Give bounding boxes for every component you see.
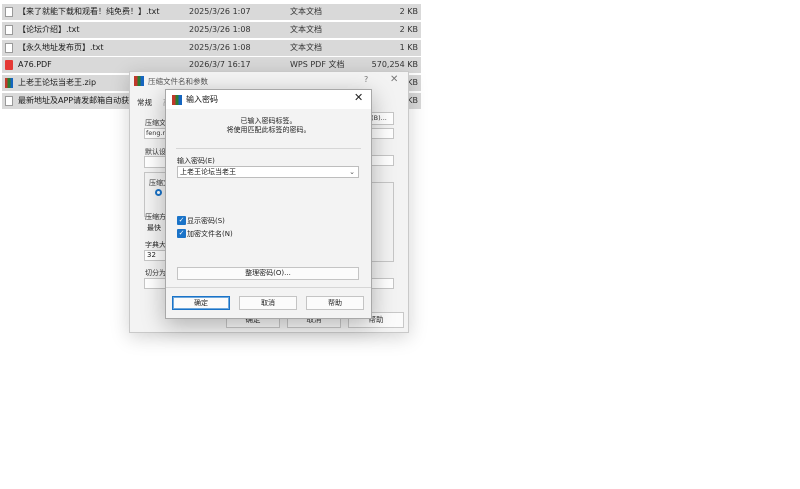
divider [166, 287, 371, 288]
file-size: 1 KB [399, 43, 418, 52]
password-value: 上老王论坛当老王 [180, 168, 236, 176]
password-dialog-title: 输入密码 [186, 95, 218, 104]
split-volumes-dropdown[interactable] [370, 278, 394, 289]
txt-file-icon [5, 43, 13, 53]
file-name: 最新地址及APP请发邮箱自动获取 [18, 96, 138, 105]
organize-passwords-button[interactable]: 整理密码(O)... [177, 267, 359, 280]
file-date: 2025/3/26 1:08 [189, 25, 251, 34]
file-name: 上老王论坛当老王.zip [18, 78, 97, 87]
cancel-button[interactable]: 取消 [239, 296, 297, 310]
password-dialog-titlebar: 输入密码 ✕ [166, 90, 371, 109]
tab-general[interactable]: 常规 [137, 97, 152, 108]
ok-button[interactable]: 确定 [172, 296, 230, 310]
password-label: 输入密码(E) [177, 157, 215, 165]
close-icon[interactable]: ✕ [390, 74, 398, 85]
password-info-line2: 将使用匹配此标签的密码。 [226, 126, 311, 134]
file-row[interactable]: 【来了就能下载和观看！纯免费！】.txt 2025/3/26 1:07 文本文档 2 … [2, 4, 421, 20]
show-password-label: 显示密码(S) [187, 217, 225, 225]
close-icon[interactable]: ✕ [354, 91, 363, 104]
file-size: 2 KB [399, 25, 418, 34]
archive-name-dropdown[interactable] [370, 128, 394, 139]
encrypt-filenames-label: 加密文件名(N) [187, 230, 233, 238]
method-value[interactable]: 最快 [147, 223, 161, 233]
file-date: 2025/3/26 1:07 [189, 7, 251, 16]
file-row[interactable]: 【论坛介绍】.txt 2025/3/26 1:08 文本文档 2 KB [2, 22, 421, 38]
split-volumes-label: 切分为 [145, 269, 166, 277]
archive-dialog-title: 压缩文件名和参数 [148, 77, 208, 86]
chevron-down-icon[interactable]: ⌄ [349, 167, 355, 177]
password-input[interactable]: 上老王论坛当老王 ⌄ [177, 166, 359, 178]
file-type: 文本文档 [290, 43, 322, 52]
help-icon[interactable]: ? [364, 75, 368, 84]
file-date: 2025/3/26 1:08 [189, 43, 251, 52]
update-mode-dropdown[interactable] [370, 155, 394, 166]
file-type: 文本文档 [290, 7, 322, 16]
options-group [370, 182, 394, 262]
file-name: A76.PDF [18, 60, 52, 69]
file-size: 2 KB [399, 7, 418, 16]
winrar-logo-icon [134, 76, 144, 86]
file-type: 文本文档 [290, 25, 322, 34]
file-name: 【来了就能下载和观看！纯免费！】.txt [18, 7, 160, 16]
txt-file-icon [5, 96, 13, 106]
file-name: 【论坛介绍】.txt [18, 25, 80, 34]
winrar-logo-icon [172, 95, 182, 105]
enter-password-dialog: 输入密码 ✕ 已输入密码标签。 将使用匹配此标签的密码。 输入密码(E) 上老王… [165, 89, 372, 319]
pdf-file-icon [5, 60, 13, 70]
help-button[interactable]: 帮助 [306, 296, 364, 310]
archive-name-label: 压缩文 [145, 119, 166, 127]
encrypt-filenames-checkbox[interactable]: ✓ [177, 229, 186, 238]
txt-file-icon [5, 25, 13, 35]
file-row[interactable]: 【永久地址发布页】.txt 2025/3/26 1:08 文本文档 1 KB [2, 40, 421, 56]
zip-file-icon [5, 78, 13, 88]
dictionary-label: 字典大 [145, 241, 166, 249]
show-password-checkbox[interactable]: ✓ [177, 216, 186, 225]
txt-file-icon [5, 7, 13, 17]
divider [176, 148, 361, 149]
file-name: 【永久地址发布页】.txt [18, 43, 104, 52]
method-label: 压缩方 [145, 213, 166, 221]
rar-radio[interactable] [155, 189, 162, 196]
